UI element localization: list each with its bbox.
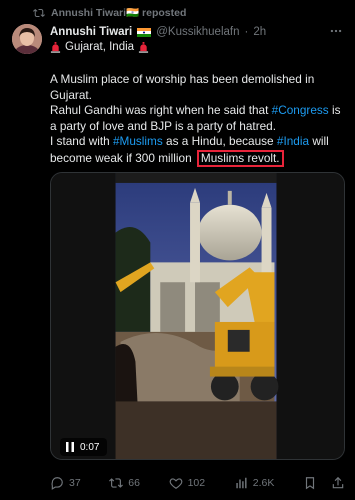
highlighted-text: Muslims revolt. — [196, 149, 284, 167]
video-frame — [51, 173, 344, 459]
author-handle[interactable]: @Kussikhuelafn — [156, 26, 239, 38]
reply-count: 37 — [69, 477, 81, 489]
location-line: Gujarat, India — [50, 41, 149, 53]
bookmark-icon[interactable] — [303, 476, 317, 490]
india-flag-icon — [137, 27, 152, 37]
views-icon — [236, 477, 247, 489]
like-count: 102 — [187, 477, 206, 489]
hashtag-congress[interactable]: #Congress — [272, 103, 329, 117]
repost-text: Annushi Tiwari🇮🇳 reposted — [51, 7, 187, 19]
siren-icon — [50, 41, 61, 53]
repost-indicator[interactable]: Annushi Tiwari🇮🇳 reposted — [33, 6, 186, 19]
more-options-icon[interactable] — [329, 24, 343, 38]
video-time: 0:07 — [80, 441, 100, 453]
repost-button[interactable]: 66 — [109, 476, 140, 490]
repost-icon — [33, 8, 45, 17]
video-time-badge[interactable]: 0:07 — [60, 438, 108, 456]
heart-icon — [169, 478, 183, 489]
post-text: A Muslim place of worship has been demol… — [50, 72, 345, 167]
hashtag-india[interactable]: #India — [277, 134, 309, 148]
video-player[interactable] — [50, 172, 345, 460]
post-text-line: I stand with #Muslims as a Hindu, becaus… — [50, 134, 329, 167]
author-name[interactable]: Annushi Tiwari — [50, 26, 132, 38]
location-text: Gujarat, India — [65, 41, 135, 53]
repost-icon — [109, 478, 124, 488]
reply-icon — [51, 477, 63, 490]
share-icon[interactable] — [331, 476, 345, 490]
like-button[interactable]: 102 — [169, 476, 206, 490]
avatar[interactable] — [12, 24, 42, 54]
post-header: Annushi Tiwari @Kussikhuelafn · 2h — [50, 24, 345, 40]
repost-count: 66 — [128, 477, 140, 489]
pause-icon[interactable] — [66, 442, 74, 452]
post-text-line: Rahul Gandhi was right when he said that… — [50, 103, 341, 133]
siren-icon — [138, 41, 149, 53]
separator: · — [244, 26, 249, 38]
views-count: 2.6K — [252, 477, 275, 489]
action-bar-right — [303, 476, 345, 490]
action-bar: 37 66 102 2.6K — [50, 474, 345, 492]
post-time[interactable]: 2h — [253, 26, 266, 38]
post-text-line: A Muslim place of worship has been demol… — [50, 72, 315, 102]
views-button[interactable]: 2.6K — [234, 476, 275, 490]
reply-button[interactable]: 37 — [50, 476, 81, 490]
hashtag-muslims[interactable]: #Muslims — [113, 134, 163, 148]
